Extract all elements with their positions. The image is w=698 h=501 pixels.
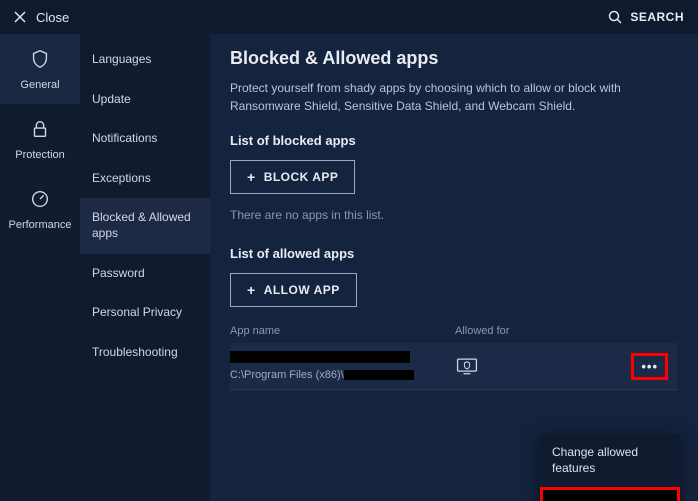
allow-app-button[interactable]: + ALLOW APP <box>230 273 357 307</box>
menu-item-remove[interactable]: Remove <box>540 487 680 501</box>
main-content: Blocked & Allowed apps Protect yourself … <box>210 34 698 501</box>
settings-subnav: Languages Update Notifications Exception… <box>80 34 210 501</box>
subnav-item-update[interactable]: Update <box>80 80 210 120</box>
allowed-for-icons <box>455 356 479 376</box>
subnav-item-password[interactable]: Password <box>80 254 210 294</box>
allow-app-label: ALLOW APP <box>264 283 340 297</box>
column-allowed-for: Allowed for <box>455 325 678 337</box>
close-label: Close <box>36 10 69 25</box>
row-context-menu: Change allowed features Remove <box>540 434 680 501</box>
allowed-heading: List of allowed apps <box>230 246 678 261</box>
plus-icon: + <box>247 283 256 297</box>
rail-label: Performance <box>9 219 72 231</box>
page-description: Protect yourself from shady apps by choo… <box>230 79 660 115</box>
subnav-item-personal-privacy[interactable]: Personal Privacy <box>80 293 210 333</box>
gauge-icon <box>29 188 51 213</box>
row-more-button[interactable]: ••• <box>631 353 668 380</box>
rail-label: General <box>20 79 59 91</box>
plus-icon: + <box>247 170 256 184</box>
blocked-heading: List of blocked apps <box>230 133 678 148</box>
search-button[interactable]: SEARCH <box>608 10 684 24</box>
allowed-app-row[interactable]: C:\Program Files (x86)\ ••• <box>230 343 678 390</box>
allowed-table-header: App name Allowed for <box>230 325 678 343</box>
rail-item-protection[interactable]: Protection <box>0 104 80 174</box>
block-app-button[interactable]: + BLOCK APP <box>230 160 355 194</box>
lock-icon <box>29 118 51 143</box>
column-app-name: App name <box>230 325 455 337</box>
search-icon <box>608 10 622 24</box>
page-title: Blocked & Allowed apps <box>230 48 678 69</box>
app-path-prefix: C:\Program Files (x86)\ <box>230 369 344 381</box>
rail-item-general[interactable]: General <box>0 34 80 104</box>
close-icon <box>14 11 26 23</box>
app-path-redacted <box>344 370 414 380</box>
rail-label: Protection <box>15 149 65 161</box>
subnav-item-blocked-allowed[interactable]: Blocked & Allowed apps <box>80 198 210 253</box>
subnav-item-exceptions[interactable]: Exceptions <box>80 159 210 199</box>
close-button[interactable]: Close <box>14 10 69 25</box>
search-label: SEARCH <box>630 10 684 24</box>
app-name-redacted <box>230 351 410 363</box>
subnav-item-troubleshooting[interactable]: Troubleshooting <box>80 333 210 373</box>
rail-item-performance[interactable]: Performance <box>0 174 80 244</box>
shield-icon <box>29 48 51 73</box>
primary-rail: General Protection Performance <box>0 34 80 501</box>
subnav-item-languages[interactable]: Languages <box>80 40 210 80</box>
blocked-empty-message: There are no apps in this list. <box>230 208 678 222</box>
block-app-label: BLOCK APP <box>264 170 339 184</box>
subnav-item-notifications[interactable]: Notifications <box>80 119 210 159</box>
menu-item-change-features[interactable]: Change allowed features <box>540 434 680 487</box>
